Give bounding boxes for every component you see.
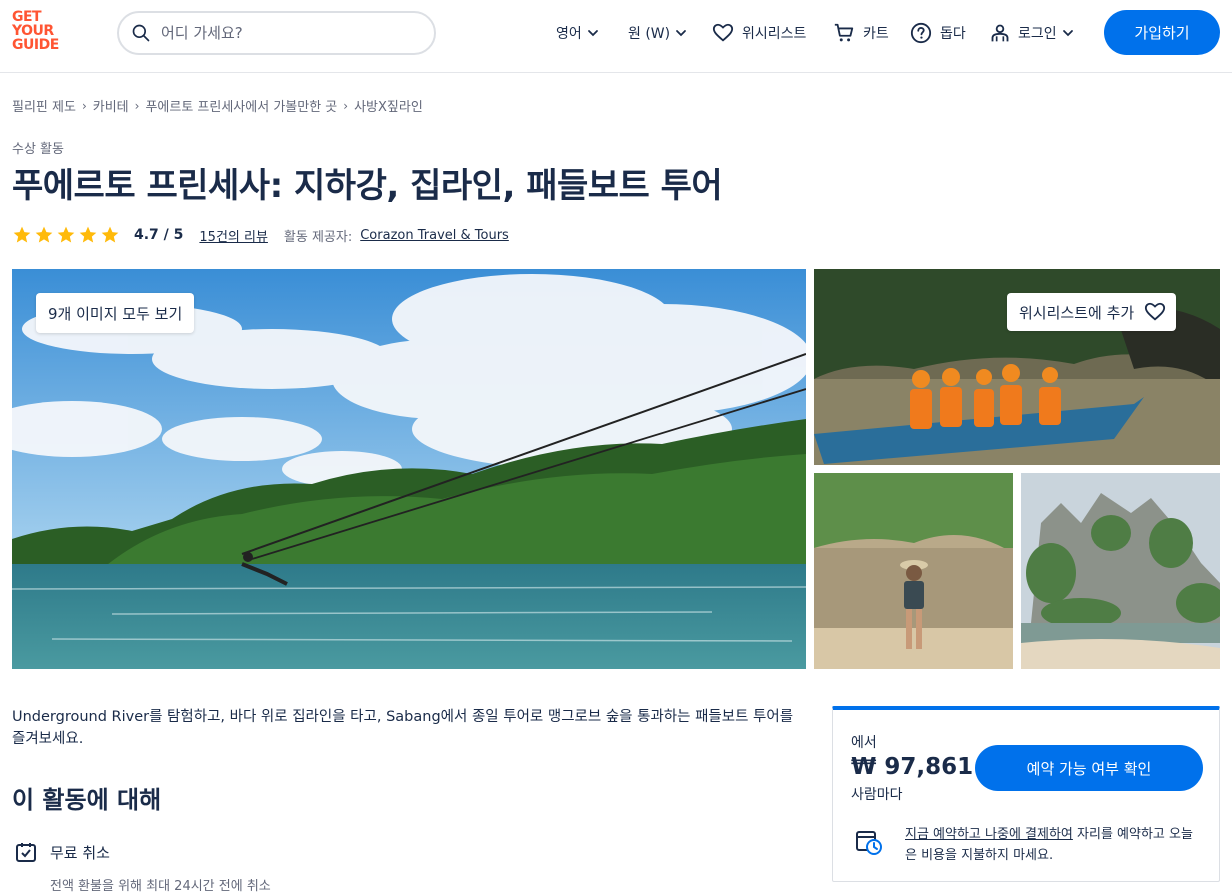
user-icon — [991, 24, 1009, 42]
calendar-clock-icon — [856, 831, 882, 855]
breadcrumb-item[interactable]: 사방X짚라인 — [354, 96, 423, 115]
wishlist-label: 위시리스트 — [742, 26, 807, 42]
login-label: 로그인 — [1018, 26, 1057, 42]
free-cancellation-feature: 무료 취소 — [14, 840, 110, 864]
chevron-down-icon — [676, 30, 687, 37]
heart-icon — [712, 23, 734, 42]
provider-link[interactable]: Corazon Travel & Tours — [360, 228, 509, 243]
feature-title: 무료 취소 — [50, 843, 110, 862]
currency-selector[interactable]: 원 (W) — [628, 22, 688, 44]
rating-row: 4.7 / 5 15건의 리뷰 활동 제공자: Corazon Travel &… — [12, 224, 509, 246]
booking-card: 에서 ₩ 97,861 사람마다 예약 가능 여부 확인 지금 예약하고 나중에… — [832, 706, 1220, 882]
star-icon — [13, 226, 31, 243]
search-bar[interactable] — [117, 11, 436, 55]
calendar-check-icon — [16, 843, 36, 862]
heart-icon — [1145, 302, 1166, 321]
price-value: ₩ 97,861 — [851, 754, 974, 780]
activity-category: 수상 활동 — [12, 142, 64, 157]
star-icon — [57, 226, 75, 243]
page-title: 푸에르토 프린세사: 지하강, 집라인, 패들보트 투어 — [12, 166, 723, 206]
gallery-main-image[interactable]: 9개 이미지 모두 보기 — [12, 269, 806, 669]
logo[interactable]: GET YOUR GUIDE — [12, 10, 72, 52]
help-icon — [910, 22, 932, 44]
about-section-title: 이 활동에 대해 — [12, 786, 162, 814]
breadcrumb-separator: › — [343, 98, 349, 113]
check-availability-button[interactable]: 예약 가능 여부 확인 — [975, 745, 1203, 791]
language-label: 영어 — [556, 26, 582, 42]
rating-value: 4.7 / 5 — [134, 227, 184, 243]
gallery-image-boat[interactable]: 위시리스트에 추가 — [814, 269, 1220, 465]
help-link[interactable]: 돕다 — [910, 22, 966, 44]
rating-stars — [12, 225, 120, 245]
chevron-down-icon — [587, 30, 598, 37]
breadcrumb: 필리핀 제도 › 카비테 › 푸에르토 프린세사에서 가볼만한 곳 › 사방X짚… — [12, 96, 423, 116]
price-from-label: 에서 — [851, 735, 877, 751]
star-icon — [101, 226, 119, 243]
search-input[interactable] — [161, 24, 411, 42]
breadcrumb-separator: › — [81, 98, 87, 113]
language-selector[interactable]: 영어 — [556, 22, 600, 44]
view-all-images-button[interactable]: 9개 이미지 모두 보기 — [36, 293, 195, 333]
star-icon — [35, 226, 53, 243]
photo-gallery: 9개 이미지 모두 보기 위시리스트에 추가 — [12, 269, 1220, 669]
login-menu[interactable]: 로그인 — [990, 22, 1075, 44]
add-wishlist-label: 위시리스트에 추가 — [1019, 303, 1135, 322]
gallery-image-river[interactable] — [814, 473, 1013, 669]
view-all-label: 9개 이미지 모두 보기 — [48, 304, 183, 323]
feature-description: 전액 환불을 위해 최대 24시간 전에 취소 — [50, 879, 271, 894]
site-header: GET YOUR GUIDE 영어 원 (W) 위시리스트 카트 돕다 로그인 … — [0, 0, 1232, 73]
search-icon — [132, 24, 150, 42]
reserve-now-pay-later: 지금 예약하고 나중에 결제하여 자리를 예약하고 오늘은 비용을 지불하지 마… — [855, 824, 1199, 866]
gallery-image-cliffs[interactable] — [1021, 473, 1220, 669]
star-icon — [79, 226, 97, 243]
breadcrumb-separator: › — [134, 98, 140, 113]
help-label: 돕다 — [940, 26, 966, 42]
wishlist-link[interactable]: 위시리스트 — [712, 22, 806, 44]
signup-button[interactable]: 가입하기 — [1104, 10, 1220, 55]
breadcrumb-item[interactable]: 필리핀 제도 — [12, 96, 76, 115]
currency-label: 원 (W) — [628, 26, 671, 42]
price-per-label: 사람마다 — [851, 787, 903, 803]
reviews-link[interactable]: 15건의 리뷰 — [199, 226, 268, 245]
reserve-now-link[interactable]: 지금 예약하고 나중에 결제하여 — [905, 827, 1073, 842]
cart-label: 카트 — [863, 26, 889, 42]
add-to-wishlist-button[interactable]: 위시리스트에 추가 — [1007, 293, 1177, 331]
chevron-down-icon — [1062, 30, 1073, 37]
cart-icon — [834, 23, 854, 42]
provider-label: 활동 제공자: — [283, 229, 353, 245]
cart-link[interactable]: 카트 — [833, 22, 889, 44]
breadcrumb-item[interactable]: 카비테 — [93, 96, 129, 115]
breadcrumb-item[interactable]: 푸에르토 프린세사에서 가볼만한 곳 — [145, 96, 337, 115]
activity-description: Underground River를 탐험하고, 바다 위로 집라인을 타고, … — [12, 709, 794, 747]
